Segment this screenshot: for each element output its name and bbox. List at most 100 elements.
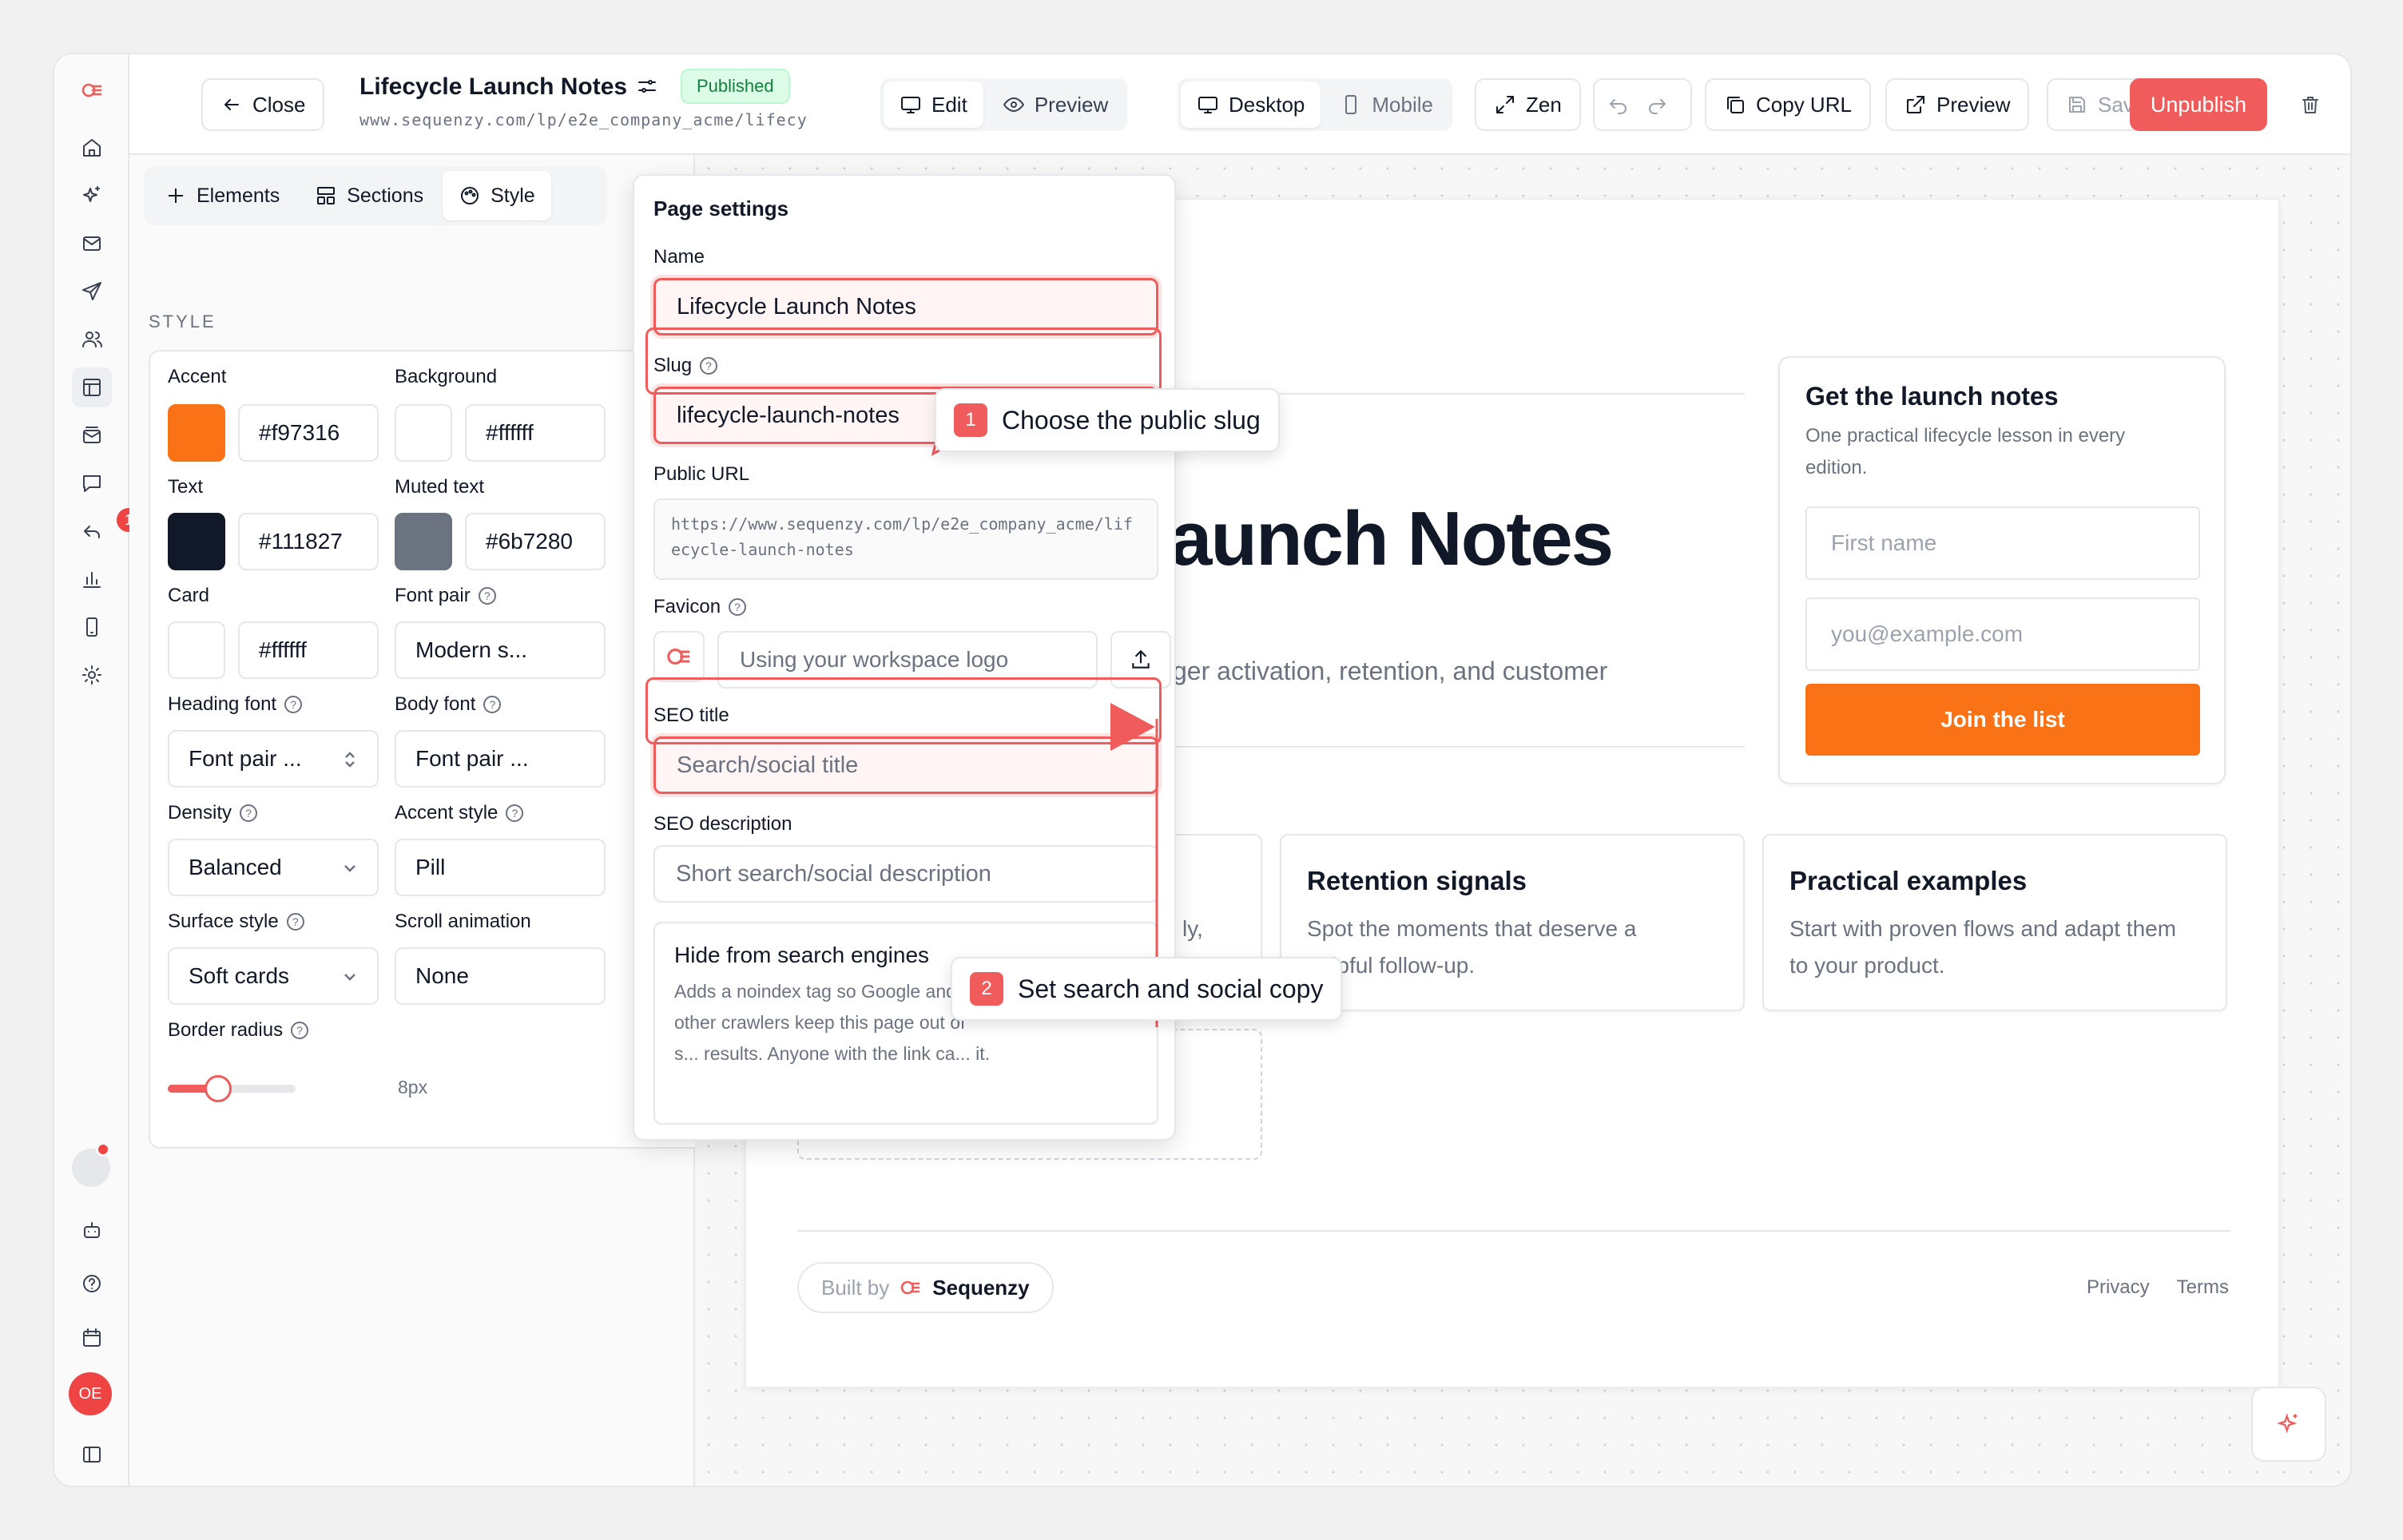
background-swatch[interactable] (395, 404, 452, 462)
muted-text-swatch[interactable] (395, 513, 452, 570)
built-by-badge[interactable]: Built by Sequenzy (797, 1262, 1054, 1313)
muted-text-hex-input[interactable]: #6b7280 (465, 513, 606, 570)
users-icon[interactable] (72, 320, 112, 359)
close-button[interactable]: Close (201, 78, 325, 131)
tab-style[interactable]: Style (443, 171, 551, 220)
scroll-animation-select[interactable]: None (395, 947, 606, 1005)
mail-stack-icon[interactable] (72, 415, 112, 455)
scroll-animation-value: None (415, 963, 469, 988)
callout-text: Choose the public slug (1002, 405, 1261, 435)
help-icon[interactable]: ? (729, 598, 747, 616)
redo-icon[interactable] (1646, 93, 1668, 116)
layout-icon[interactable] (72, 367, 112, 407)
settings-toggle-button[interactable] (630, 69, 665, 104)
body-font-label-text: Body font (395, 693, 476, 715)
help-icon[interactable] (72, 1264, 112, 1304)
help-icon[interactable]: ? (483, 696, 502, 713)
seo-description-input[interactable]: Short search/social description (653, 845, 1158, 903)
density-value: Balanced (189, 855, 282, 879)
bar-chart-icon[interactable] (72, 559, 112, 599)
terms-link[interactable]: Terms (2177, 1276, 2229, 1299)
public-url-field[interactable]: https://www.sequenzy.com/lp/e2e_company_… (653, 498, 1158, 580)
tab-desktop[interactable]: Desktop (1181, 81, 1321, 128)
delete-button[interactable] (2290, 78, 2331, 131)
undo-icon[interactable] (1607, 93, 1630, 116)
feature-card[interactable]: Practical examples Start with proven flo… (1762, 834, 2227, 1011)
public-url-label: Public URL (653, 463, 750, 485)
ai-assistant-button[interactable] (2251, 1387, 2326, 1462)
body-font-select[interactable]: Font pair ... (395, 730, 606, 788)
accent-hex-input[interactable]: #f97316 (238, 404, 379, 462)
hide-from-search-description: Adds a noindex tag so Google and other c… (674, 981, 991, 1064)
tab-mobile[interactable]: Mobile (1324, 81, 1449, 128)
card-hex-input[interactable]: #ffffff (238, 621, 379, 679)
bot-icon[interactable] (72, 1211, 112, 1251)
join-list-button[interactable]: Join the list (1805, 684, 2200, 756)
privacy-link[interactable]: Privacy (2087, 1276, 2150, 1299)
surface-style-select[interactable]: Soft cards (168, 947, 379, 1005)
density-select[interactable]: Balanced (168, 839, 379, 896)
copy-url-button[interactable]: Copy URL (1705, 78, 1871, 131)
avatar[interactable]: OE (69, 1372, 112, 1415)
help-icon[interactable]: ? (284, 696, 303, 713)
text-swatch[interactable] (168, 513, 225, 570)
preview-button[interactable]: Preview (1885, 78, 2030, 131)
calendar-icon[interactable] (72, 1318, 112, 1358)
tab-style-label: Style (491, 184, 535, 207)
unpublish-button[interactable]: Unpublish (2129, 78, 2267, 131)
card-swatch[interactable] (168, 621, 225, 679)
border-radius-value: 8px (398, 1077, 428, 1097)
zen-button[interactable]: Zen (1475, 78, 1581, 131)
tab-preview[interactable]: Preview (987, 81, 1124, 128)
trash-icon (2302, 97, 2318, 113)
density-label-text: Density (168, 802, 232, 824)
font-pair-select[interactable]: Modern s... (395, 621, 606, 679)
callout-step-2: 2 Set search and social copy (951, 957, 1343, 1021)
feature-description: Spot the moments that deserve a helpful … (1307, 916, 1637, 978)
name-label: Name (653, 246, 705, 268)
reply-icon[interactable]: 1 (72, 508, 141, 551)
heading-font-select[interactable]: Font pair ... (168, 730, 379, 788)
help-icon[interactable]: ? (286, 913, 304, 931)
top-toolbar: Close Lifecycle Launch Notes Published w… (129, 54, 2350, 155)
tab-sections[interactable]: Sections (299, 171, 439, 220)
app-window: 1 OE Close Lifecycle Launch Notes Publis… (53, 53, 2352, 1487)
accent-style-label: Accent style? (395, 802, 524, 824)
text-hex-input[interactable]: #111827 (238, 513, 379, 570)
accent-style-select[interactable]: Pill (395, 839, 606, 896)
phone-icon[interactable] (72, 607, 112, 647)
send-icon[interactable] (72, 272, 112, 312)
hero-subtitle[interactable]: ger activation, retention, and customer (1173, 657, 1607, 686)
signup-subtitle: One practical lifecycle lesson in every … (1805, 425, 2126, 478)
first-name-input[interactable]: First name (1805, 506, 2200, 580)
help-icon[interactable]: ? (291, 1022, 309, 1039)
hero-title[interactable]: aunch Notes (1170, 495, 1614, 583)
accent-swatch[interactable] (168, 404, 225, 462)
muted-text-label: Muted text (395, 476, 485, 498)
mail-icon[interactable] (72, 224, 112, 264)
sequenzy-logo-icon[interactable] (72, 70, 112, 110)
sidebar-toggle-icon[interactable] (72, 1435, 112, 1475)
seo-title-input[interactable]: Search/social title (653, 736, 1158, 794)
status-badge: Published (681, 69, 790, 104)
favicon-preview (653, 631, 705, 682)
sparkles-icon (2277, 1413, 2298, 1434)
chat-icon[interactable] (72, 463, 112, 503)
arrow-left-icon (224, 99, 239, 110)
sparkles-icon[interactable] (72, 176, 112, 216)
help-icon[interactable]: ? (478, 587, 496, 605)
hide-from-search-card: Hide from search engines Adds a noindex … (653, 922, 1158, 1125)
tab-elements[interactable]: Elements (149, 171, 296, 220)
mode-toggle: Edit Preview (880, 78, 1128, 131)
text-label: Text (168, 476, 204, 498)
feature-card[interactable]: Retention signals Spot the moments that … (1280, 834, 1745, 1011)
help-icon[interactable]: ? (240, 804, 258, 822)
home-icon[interactable] (72, 128, 112, 168)
email-input[interactable]: you@example.com (1805, 597, 2200, 671)
border-radius-slider-thumb[interactable] (205, 1075, 232, 1102)
upload-icon (1132, 649, 1150, 669)
help-icon[interactable]: ? (506, 804, 524, 822)
background-hex-input[interactable]: #ffffff (465, 404, 606, 462)
gear-icon[interactable] (72, 655, 112, 695)
tab-edit[interactable]: Edit (884, 81, 983, 128)
